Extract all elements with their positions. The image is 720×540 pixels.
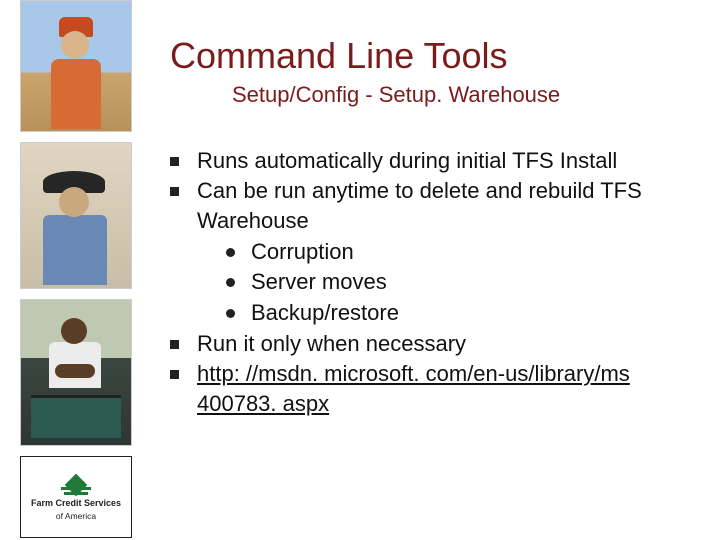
slide-subtitle: Setup/Config - Setup. Warehouse (232, 82, 690, 108)
square-bullet-icon (170, 340, 179, 349)
list-item: Can be run anytime to delete and rebuild… (170, 176, 690, 235)
bullet-text: Backup/restore (251, 298, 690, 328)
square-bullet-icon (170, 157, 179, 166)
list-item: http: //msdn. microsoft. com/en-us/libra… (170, 359, 690, 418)
logo-mark-icon (61, 473, 91, 497)
list-item: Corruption (226, 237, 690, 267)
photo-farmer-2 (20, 142, 132, 289)
sidebar: Farm Credit Services of America (20, 0, 140, 538)
list-item: Backup/restore (226, 298, 690, 328)
list-item: Runs automatically during initial TFS In… (170, 146, 690, 176)
bullet-text: Can be run anytime to delete and rebuild… (197, 176, 690, 235)
dot-bullet-icon (226, 309, 235, 318)
bullet-text: Runs automatically during initial TFS In… (197, 146, 690, 176)
logo-text-line2: of America (56, 511, 96, 521)
logo-farm-credit: Farm Credit Services of America (20, 456, 132, 538)
sub-bullet-list: Corruption Server moves Backup/restore (226, 237, 690, 328)
bullet-text: Corruption (251, 237, 690, 267)
square-bullet-icon (170, 370, 179, 379)
slide: Farm Credit Services of America Command … (0, 0, 720, 540)
content-area: Command Line Tools Setup/Config - Setup.… (170, 36, 690, 420)
dot-bullet-icon (226, 248, 235, 257)
bullet-text: Run it only when necessary (197, 329, 690, 359)
logo-text-line1: Farm Credit Services (31, 499, 121, 509)
bullet-list: Runs automatically during initial TFS In… (170, 146, 690, 419)
msdn-link[interactable]: http: //msdn. microsoft. com/en-us/libra… (197, 359, 690, 418)
list-item: Run it only when necessary (170, 329, 690, 359)
bullet-text: Server moves (251, 267, 690, 297)
list-item: Server moves (226, 267, 690, 297)
slide-title: Command Line Tools (170, 36, 690, 76)
dot-bullet-icon (226, 278, 235, 287)
square-bullet-icon (170, 187, 179, 196)
photo-farmer-1 (20, 0, 132, 132)
photo-farmer-3 (20, 299, 132, 446)
